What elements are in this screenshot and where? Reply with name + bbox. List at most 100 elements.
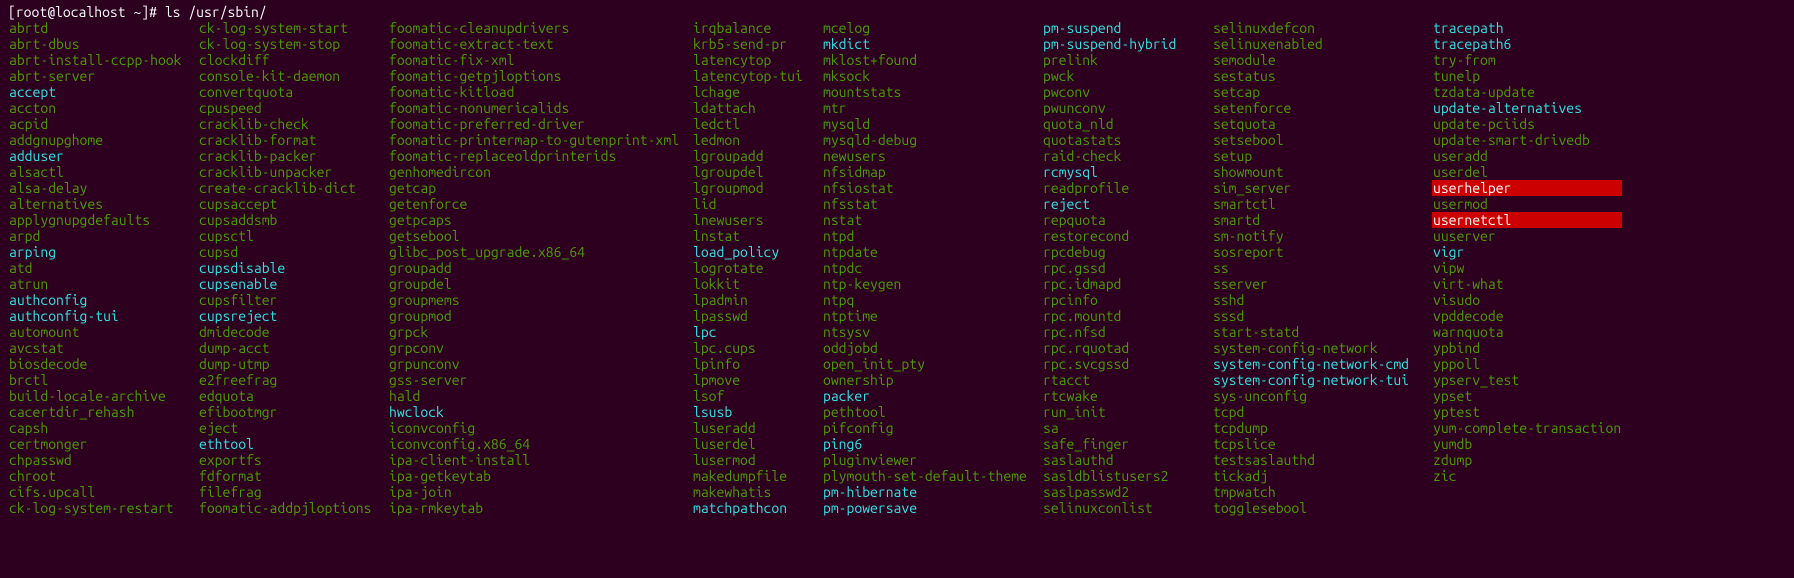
- file-entry: biosdecode: [8, 356, 198, 372]
- ls-column: irqbalancekrb5-send-prlatencytoplatencyt…: [692, 20, 822, 516]
- file-entry: adduser: [8, 148, 198, 164]
- file-entry: pluginviewer: [822, 452, 1042, 468]
- file-entry: yptest: [1432, 404, 1622, 420]
- file-entry: selinuxconlist: [1042, 500, 1212, 516]
- file-entry: sim_server: [1212, 180, 1432, 196]
- file-entry: newusers: [822, 148, 1042, 164]
- file-entry: chroot: [8, 468, 198, 484]
- file-entry: lid: [692, 196, 822, 212]
- file-entry: togglesebool: [1212, 500, 1432, 516]
- file-entry: mcelog: [822, 20, 1042, 36]
- file-entry: tickadj: [1212, 468, 1432, 484]
- file-entry: warnquota: [1432, 324, 1622, 340]
- file-entry: atrun: [8, 276, 198, 292]
- file-entry: pm-suspend-hybrid: [1042, 36, 1212, 52]
- file-entry: accept: [8, 84, 198, 100]
- file-entry: pm-powersave: [822, 500, 1042, 516]
- file-entry: glibc_post_upgrade.x86_64: [388, 244, 692, 260]
- file-entry: foomatic-cleanupdrivers: [388, 20, 692, 36]
- file-entry: getenforce: [388, 196, 692, 212]
- file-entry: arping: [8, 244, 198, 260]
- file-entry: run_init: [1042, 404, 1212, 420]
- file-entry: mountstats: [822, 84, 1042, 100]
- file-entry: readprofile: [1042, 180, 1212, 196]
- file-entry: cupsenable: [198, 276, 388, 292]
- file-entry: cupsfilter: [198, 292, 388, 308]
- file-entry: visudo: [1432, 292, 1622, 308]
- file-entry: gss-server: [388, 372, 692, 388]
- file-entry: clockdiff: [198, 52, 388, 68]
- file-entry: automount: [8, 324, 198, 340]
- file-entry: e2freefrag: [198, 372, 388, 388]
- file-entry: lpinfo: [692, 356, 822, 372]
- file-entry: lchage: [692, 84, 822, 100]
- file-entry: getpcaps: [388, 212, 692, 228]
- shell-prompt: [root@localhost ~]# ls /usr/sbin/: [8, 4, 1786, 20]
- file-entry: groupdel: [388, 276, 692, 292]
- file-entry: acpid: [8, 116, 198, 132]
- file-entry: cracklib-check: [198, 116, 388, 132]
- ls-column: abrtdabrt-dbusabrt-install-ccpp-hookabrt…: [8, 20, 198, 516]
- file-entry: foomatic-printermap-to-gutenprint-xml: [388, 132, 692, 148]
- file-entry: foomatic-nonumericalids: [388, 100, 692, 116]
- file-entry: efibootmgr: [198, 404, 388, 420]
- file-entry: foomatic-replaceoldprinterids: [388, 148, 692, 164]
- file-entry: abrtd: [8, 20, 198, 36]
- file-entry: grpconv: [388, 340, 692, 356]
- file-entry: abrt-server: [8, 68, 198, 84]
- file-entry: ck-log-system-restart: [8, 500, 198, 516]
- file-entry: ss: [1212, 260, 1432, 276]
- file-entry: nstat: [822, 212, 1042, 228]
- file-entry: hald: [388, 388, 692, 404]
- file-entry: nfsiostat: [822, 180, 1042, 196]
- file-entry: zdump: [1432, 452, 1622, 468]
- file-entry: ypbind: [1432, 340, 1622, 356]
- file-entry: tcpd: [1212, 404, 1432, 420]
- file-entry: foomatic-kitload: [388, 84, 692, 100]
- file-entry: sys-unconfig: [1212, 388, 1432, 404]
- file-entry: groupmod: [388, 308, 692, 324]
- file-entry: iconvconfig.x86_64: [388, 436, 692, 452]
- terminal-output[interactable]: [root@localhost ~]# ls /usr/sbin/ abrtda…: [8, 4, 1786, 516]
- file-entry: ethtool: [198, 436, 388, 452]
- file-entry: smartctl: [1212, 196, 1432, 212]
- file-entry: foomatic-addpjloptions: [198, 500, 388, 516]
- file-entry: tcpslice: [1212, 436, 1432, 452]
- file-entry: update-alternatives: [1432, 100, 1622, 116]
- file-entry: pifconfig: [822, 420, 1042, 436]
- file-entry: cracklib-packer: [198, 148, 388, 164]
- file-entry: dump-acct: [198, 340, 388, 356]
- file-entry: console-kit-daemon: [198, 68, 388, 84]
- file-entry: authconfig-tui: [8, 308, 198, 324]
- file-entry: testsaslauthd: [1212, 452, 1432, 468]
- file-entry: ldattach: [692, 100, 822, 116]
- file-entry: cupsaddsmb: [198, 212, 388, 228]
- file-entry: luseradd: [692, 420, 822, 436]
- file-entry: groupmems: [388, 292, 692, 308]
- file-entry: exportfs: [198, 452, 388, 468]
- file-entry: tracepath6: [1432, 36, 1622, 52]
- file-entry: alsactl: [8, 164, 198, 180]
- ls-column: ck-log-system-startck-log-system-stopclo…: [198, 20, 388, 516]
- file-entry: rpcinfo: [1042, 292, 1212, 308]
- file-entry: sestatus: [1212, 68, 1432, 84]
- ls-column: mcelogmkdictmklost+foundmksockmountstats…: [822, 20, 1042, 516]
- file-entry: makewhatis: [692, 484, 822, 500]
- file-entry: fdformat: [198, 468, 388, 484]
- file-entry: pwck: [1042, 68, 1212, 84]
- file-entry: packer: [822, 388, 1042, 404]
- file-entry: mysqld-debug: [822, 132, 1042, 148]
- prompt-user-host: [root@localhost ~]#: [8, 4, 157, 20]
- file-entry: cupsreject: [198, 308, 388, 324]
- file-entry: cacertdir_rehash: [8, 404, 198, 420]
- file-entry: ledmon: [692, 132, 822, 148]
- file-entry: userdel: [1432, 164, 1622, 180]
- file-entry: yppoll: [1432, 356, 1622, 372]
- file-entry: lpc.cups: [692, 340, 822, 356]
- file-entry: krb5-send-pr: [692, 36, 822, 52]
- file-entry: ping6: [822, 436, 1042, 452]
- file-entry: capsh: [8, 420, 198, 436]
- file-entry: rpc.gssd: [1042, 260, 1212, 276]
- file-entry: iconvconfig: [388, 420, 692, 436]
- file-entry: useradd: [1432, 148, 1622, 164]
